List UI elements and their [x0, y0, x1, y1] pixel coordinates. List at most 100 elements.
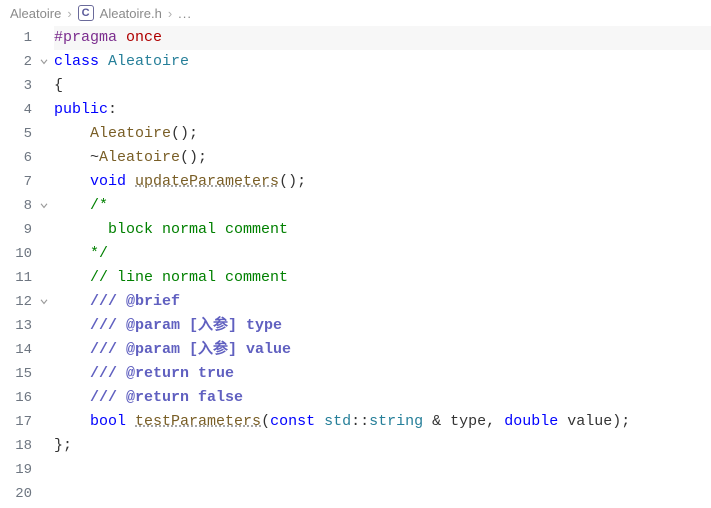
line-number-gutter: 1234567891011121314151617181920 [0, 26, 34, 508]
fold-spacer [34, 266, 54, 290]
token-text [54, 125, 90, 142]
line-number: 13 [0, 314, 34, 338]
code-line[interactable]: public: [54, 98, 711, 122]
token-doc: /// @param [入参] value [90, 341, 291, 358]
line-number: 7 [0, 170, 34, 194]
code-line[interactable]: /* [54, 194, 711, 218]
line-number: 10 [0, 242, 34, 266]
token-typ: string [369, 413, 423, 430]
token-text [54, 293, 90, 310]
token-pun: :: [351, 413, 369, 430]
line-number: 17 [0, 410, 34, 434]
token-pragma: #pragma [54, 29, 117, 46]
fold-toggle-icon[interactable] [34, 50, 54, 74]
line-number: 3 [0, 74, 34, 98]
file-type-icon: C [78, 5, 94, 21]
breadcrumb[interactable]: Aleatoire › C Aleatoire.h › ... [0, 0, 711, 26]
fold-spacer [34, 74, 54, 98]
token-text [54, 413, 90, 430]
breadcrumb-sep-icon: › [168, 6, 172, 21]
code-line[interactable]: /// @return false [54, 386, 711, 410]
fold-spacer [34, 386, 54, 410]
token-fn: updateParameters [135, 173, 279, 190]
code-line[interactable]: /// @brief [54, 290, 711, 314]
line-number: 6 [0, 146, 34, 170]
token-doc: /// @return false [90, 389, 243, 406]
fold-spacer [34, 26, 54, 50]
token-text: ~ [54, 149, 99, 166]
code-line[interactable]: #pragma once [54, 26, 711, 50]
code-content[interactable]: #pragma onceclass Aleatoire{public: Alea… [54, 26, 711, 508]
token-pun: ); [612, 413, 630, 430]
token-pun: : [108, 101, 117, 118]
token-kw: const [270, 413, 324, 430]
token-cmt: block normal comment [90, 221, 288, 238]
token-pun: (); [279, 173, 306, 190]
token-text [54, 173, 90, 190]
fold-toggle-icon[interactable] [34, 194, 54, 218]
token-kw: double [504, 413, 567, 430]
line-number: 19 [0, 458, 34, 482]
fold-spacer [34, 434, 54, 458]
token-text [54, 365, 90, 382]
fold-spacer [34, 458, 54, 482]
code-line[interactable]: { [54, 74, 711, 98]
fold-gutter [34, 26, 54, 508]
code-line[interactable]: ~Aleatoire(); [54, 146, 711, 170]
code-line[interactable] [54, 482, 711, 506]
code-line[interactable]: */ [54, 242, 711, 266]
token-doc: /// @return true [90, 365, 234, 382]
fold-spacer [34, 170, 54, 194]
code-line[interactable]: block normal comment [54, 218, 711, 242]
line-number: 15 [0, 362, 34, 386]
token-pun: (); [171, 125, 198, 142]
fold-spacer [34, 122, 54, 146]
line-number: 4 [0, 98, 34, 122]
token-cmt: /* [90, 197, 108, 214]
token-cmt: */ [90, 245, 108, 262]
token-pun: & [423, 413, 450, 430]
code-line[interactable]: }; [54, 434, 711, 458]
fold-spacer [34, 314, 54, 338]
token-ponce: once [117, 29, 162, 46]
fold-spacer [34, 338, 54, 362]
token-typ: Aleatoire [108, 53, 189, 70]
line-number: 11 [0, 266, 34, 290]
token-fn: Aleatoire [99, 149, 180, 166]
code-line[interactable]: /// @param [入参] type [54, 314, 711, 338]
fold-spacer [34, 146, 54, 170]
code-line[interactable] [54, 458, 711, 482]
code-line[interactable]: class Aleatoire [54, 50, 711, 74]
code-editor[interactable]: 1234567891011121314151617181920 #pragma … [0, 26, 711, 508]
code-line[interactable]: void updateParameters(); [54, 170, 711, 194]
fold-toggle-icon[interactable] [34, 290, 54, 314]
fold-spacer [34, 98, 54, 122]
code-line[interactable]: /// @return true [54, 362, 711, 386]
token-text [54, 197, 90, 214]
fold-spacer [34, 410, 54, 434]
breadcrumb-folder[interactable]: Aleatoire [10, 6, 61, 21]
token-kw: void [90, 173, 135, 190]
fold-spacer [34, 242, 54, 266]
token-pun: , [486, 413, 504, 430]
code-line[interactable]: bool testParameters(const std::string & … [54, 410, 711, 434]
token-text [54, 221, 90, 238]
code-line[interactable]: /// @param [入参] value [54, 338, 711, 362]
token-doc: /// @param [入参] type [90, 317, 282, 334]
breadcrumb-file[interactable]: Aleatoire.h [100, 6, 162, 21]
token-text [54, 245, 90, 262]
token-fn: testParameters [135, 413, 261, 430]
code-line[interactable]: // line normal comment [54, 266, 711, 290]
token-text [54, 389, 90, 406]
fold-spacer [34, 362, 54, 386]
token-ns: std [324, 413, 351, 430]
fold-spacer [34, 482, 54, 506]
code-line[interactable]: Aleatoire(); [54, 122, 711, 146]
token-text [54, 341, 90, 358]
token-cmt: // line normal comment [90, 269, 288, 286]
breadcrumb-more[interactable]: ... [178, 6, 192, 21]
token-text [54, 317, 90, 334]
token-pun: ( [261, 413, 270, 430]
breadcrumb-sep-icon: › [67, 6, 71, 21]
line-number: 1 [0, 26, 34, 50]
